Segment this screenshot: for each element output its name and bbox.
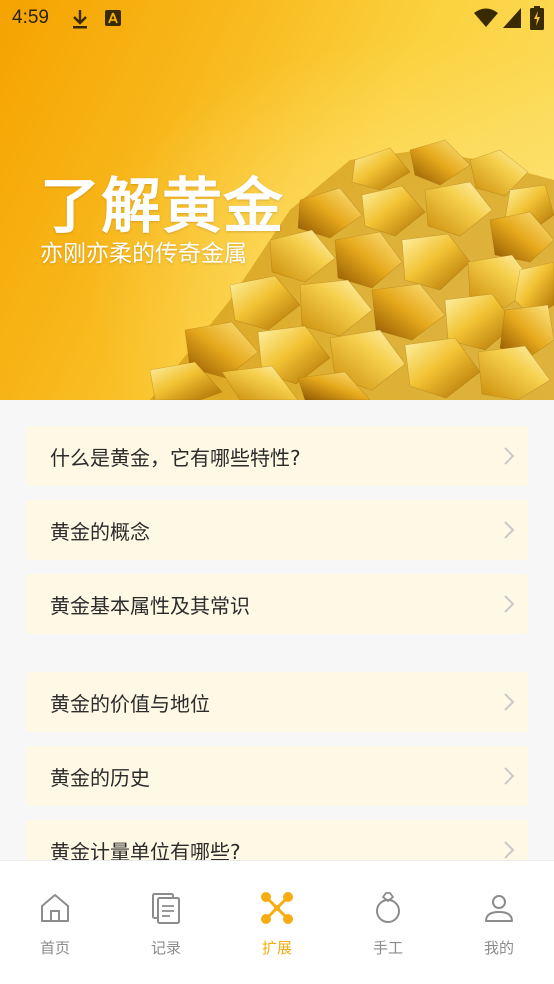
nav-tab-extend[interactable]: 扩展 (222, 861, 332, 984)
list-item[interactable]: 黄金计量单位有哪些? (26, 820, 528, 860)
list-item[interactable]: 什么是黄金，它有哪些特性? (26, 426, 528, 486)
list-item-label: 黄金基本属性及其常识 (50, 593, 250, 618)
profile-icon (485, 895, 513, 922)
nav-label: 记录 (150, 939, 181, 957)
bottom-navigation: 首页 记录 扩展 手工 我的 (0, 860, 554, 984)
nav-label: 我的 (483, 939, 514, 957)
wifi-icon (474, 8, 498, 27)
app-notification-icon (105, 10, 121, 26)
hero-banner: 4:59 了解黄金 亦刚亦柔的传奇金属 (0, 0, 554, 400)
chevron-right-icon (504, 693, 515, 711)
nav-tab-handmade[interactable]: 手工 (333, 861, 443, 984)
records-icon (152, 893, 180, 924)
nav-label: 扩展 (261, 939, 292, 957)
list-item-label: 黄金的价值与地位 (50, 691, 210, 716)
list-item[interactable]: 黄金基本属性及其常识 (26, 574, 528, 634)
home-icon (41, 894, 69, 922)
nav-tab-profile[interactable]: 我的 (444, 861, 554, 984)
status-bar: 4:59 (0, 0, 554, 38)
nav-tab-home[interactable]: 首页 (0, 861, 110, 984)
chevron-right-icon (504, 595, 515, 613)
ring-icon (376, 892, 400, 923)
list-item[interactable]: 黄金的概念 (26, 500, 528, 560)
extend-icon (261, 892, 293, 924)
signal-icon (503, 8, 521, 28)
list-item[interactable]: 黄金的价值与地位 (26, 672, 528, 732)
list-item[interactable]: 黄金的历史 (26, 746, 528, 806)
list-item-label: 什么是黄金，它有哪些特性? (50, 445, 301, 470)
chevron-right-icon (504, 767, 515, 785)
nav-label: 首页 (39, 939, 70, 957)
download-icon (73, 10, 87, 29)
status-time: 4:59 (12, 7, 49, 28)
battery-icon (530, 6, 544, 30)
list-item-label: 黄金的概念 (50, 519, 150, 544)
hero-title: 了解黄金 (40, 172, 284, 242)
nav-label: 手工 (372, 939, 403, 957)
nav-tab-records[interactable]: 记录 (111, 861, 221, 984)
topic-list: 什么是黄金，它有哪些特性? 黄金的概念 黄金基本属性及其常识 黄金的价值与地位 … (0, 400, 554, 860)
chevron-right-icon (504, 841, 515, 859)
chevron-right-icon (504, 447, 515, 465)
chevron-right-icon (504, 521, 515, 539)
hero-subtitle: 亦刚亦柔的传奇金属 (40, 241, 247, 267)
list-item-label: 黄金计量单位有哪些? (50, 839, 241, 861)
list-item-label: 黄金的历史 (50, 765, 150, 790)
